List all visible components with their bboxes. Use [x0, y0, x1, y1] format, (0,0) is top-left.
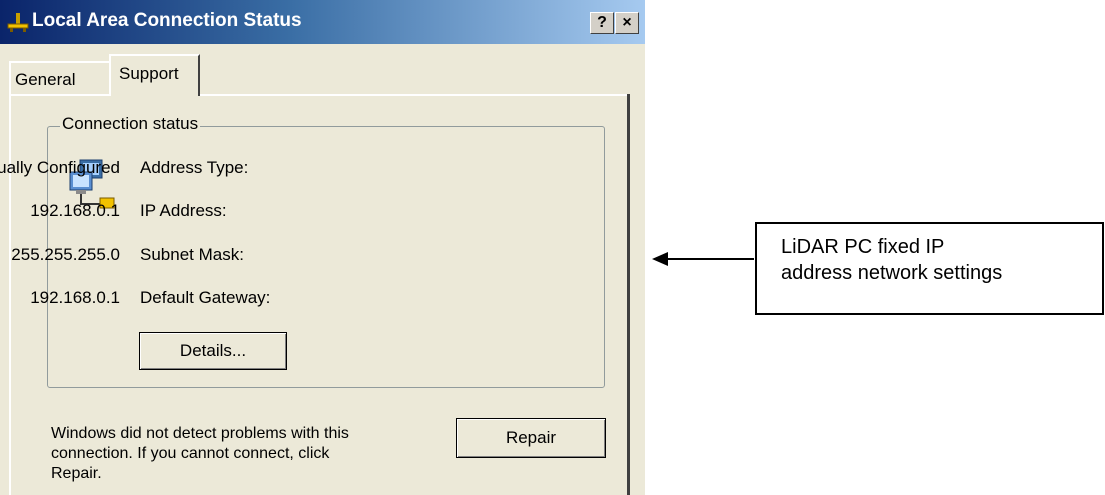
address-type-value: Manually Configured [0, 158, 120, 177]
annotation-line: address network settings [781, 262, 1003, 284]
help-button[interactable]: ? [590, 12, 614, 34]
default-gateway-label: Default Gateway: [140, 288, 271, 307]
close-button[interactable]: × [615, 12, 639, 34]
repair-button[interactable]: Repair [456, 418, 606, 458]
tab-page-border-left [9, 94, 11, 495]
status-message-line: Windows did not detect problems with thi… [51, 425, 349, 442]
tab-general[interactable]: General [9, 61, 109, 96]
tab-page-border [9, 94, 629, 96]
annotation-callout: LiDAR PC fixed IP address network settin… [755, 222, 1104, 315]
address-type-label: Address Type: [140, 158, 249, 177]
subnet-mask-value: 255.255.255.0 [11, 245, 120, 264]
left-arrow-icon [652, 252, 668, 266]
ip-address-value: 192.168.0.1 [30, 201, 120, 220]
connection-status-group [47, 126, 605, 388]
arrow-line [668, 258, 754, 260]
subnet-mask-label: Subnet Mask: [140, 245, 244, 264]
network-connection-icon [7, 13, 29, 32]
window-title: Local Area Connection Status [32, 10, 302, 31]
status-message-line: connection. If you cannot connect, click [51, 445, 330, 462]
tab-page-border-right [627, 94, 630, 495]
details-button[interactable]: Details... [139, 332, 287, 370]
connection-status-window: Local Area Connection Status ? × General… [0, 0, 645, 495]
default-gateway-value: 192.168.0.1 [30, 288, 120, 307]
annotation-line: LiDAR PC fixed IP [781, 236, 945, 258]
title-bar[interactable]: Local Area Connection Status ? × [0, 0, 645, 44]
tab-support[interactable]: Support [109, 54, 200, 96]
status-message: Windows did not detect problems with thi… [51, 424, 391, 484]
group-label: Connection status [60, 114, 201, 134]
ip-address-label: IP Address: [140, 201, 227, 220]
status-message-line: Repair. [51, 465, 102, 482]
